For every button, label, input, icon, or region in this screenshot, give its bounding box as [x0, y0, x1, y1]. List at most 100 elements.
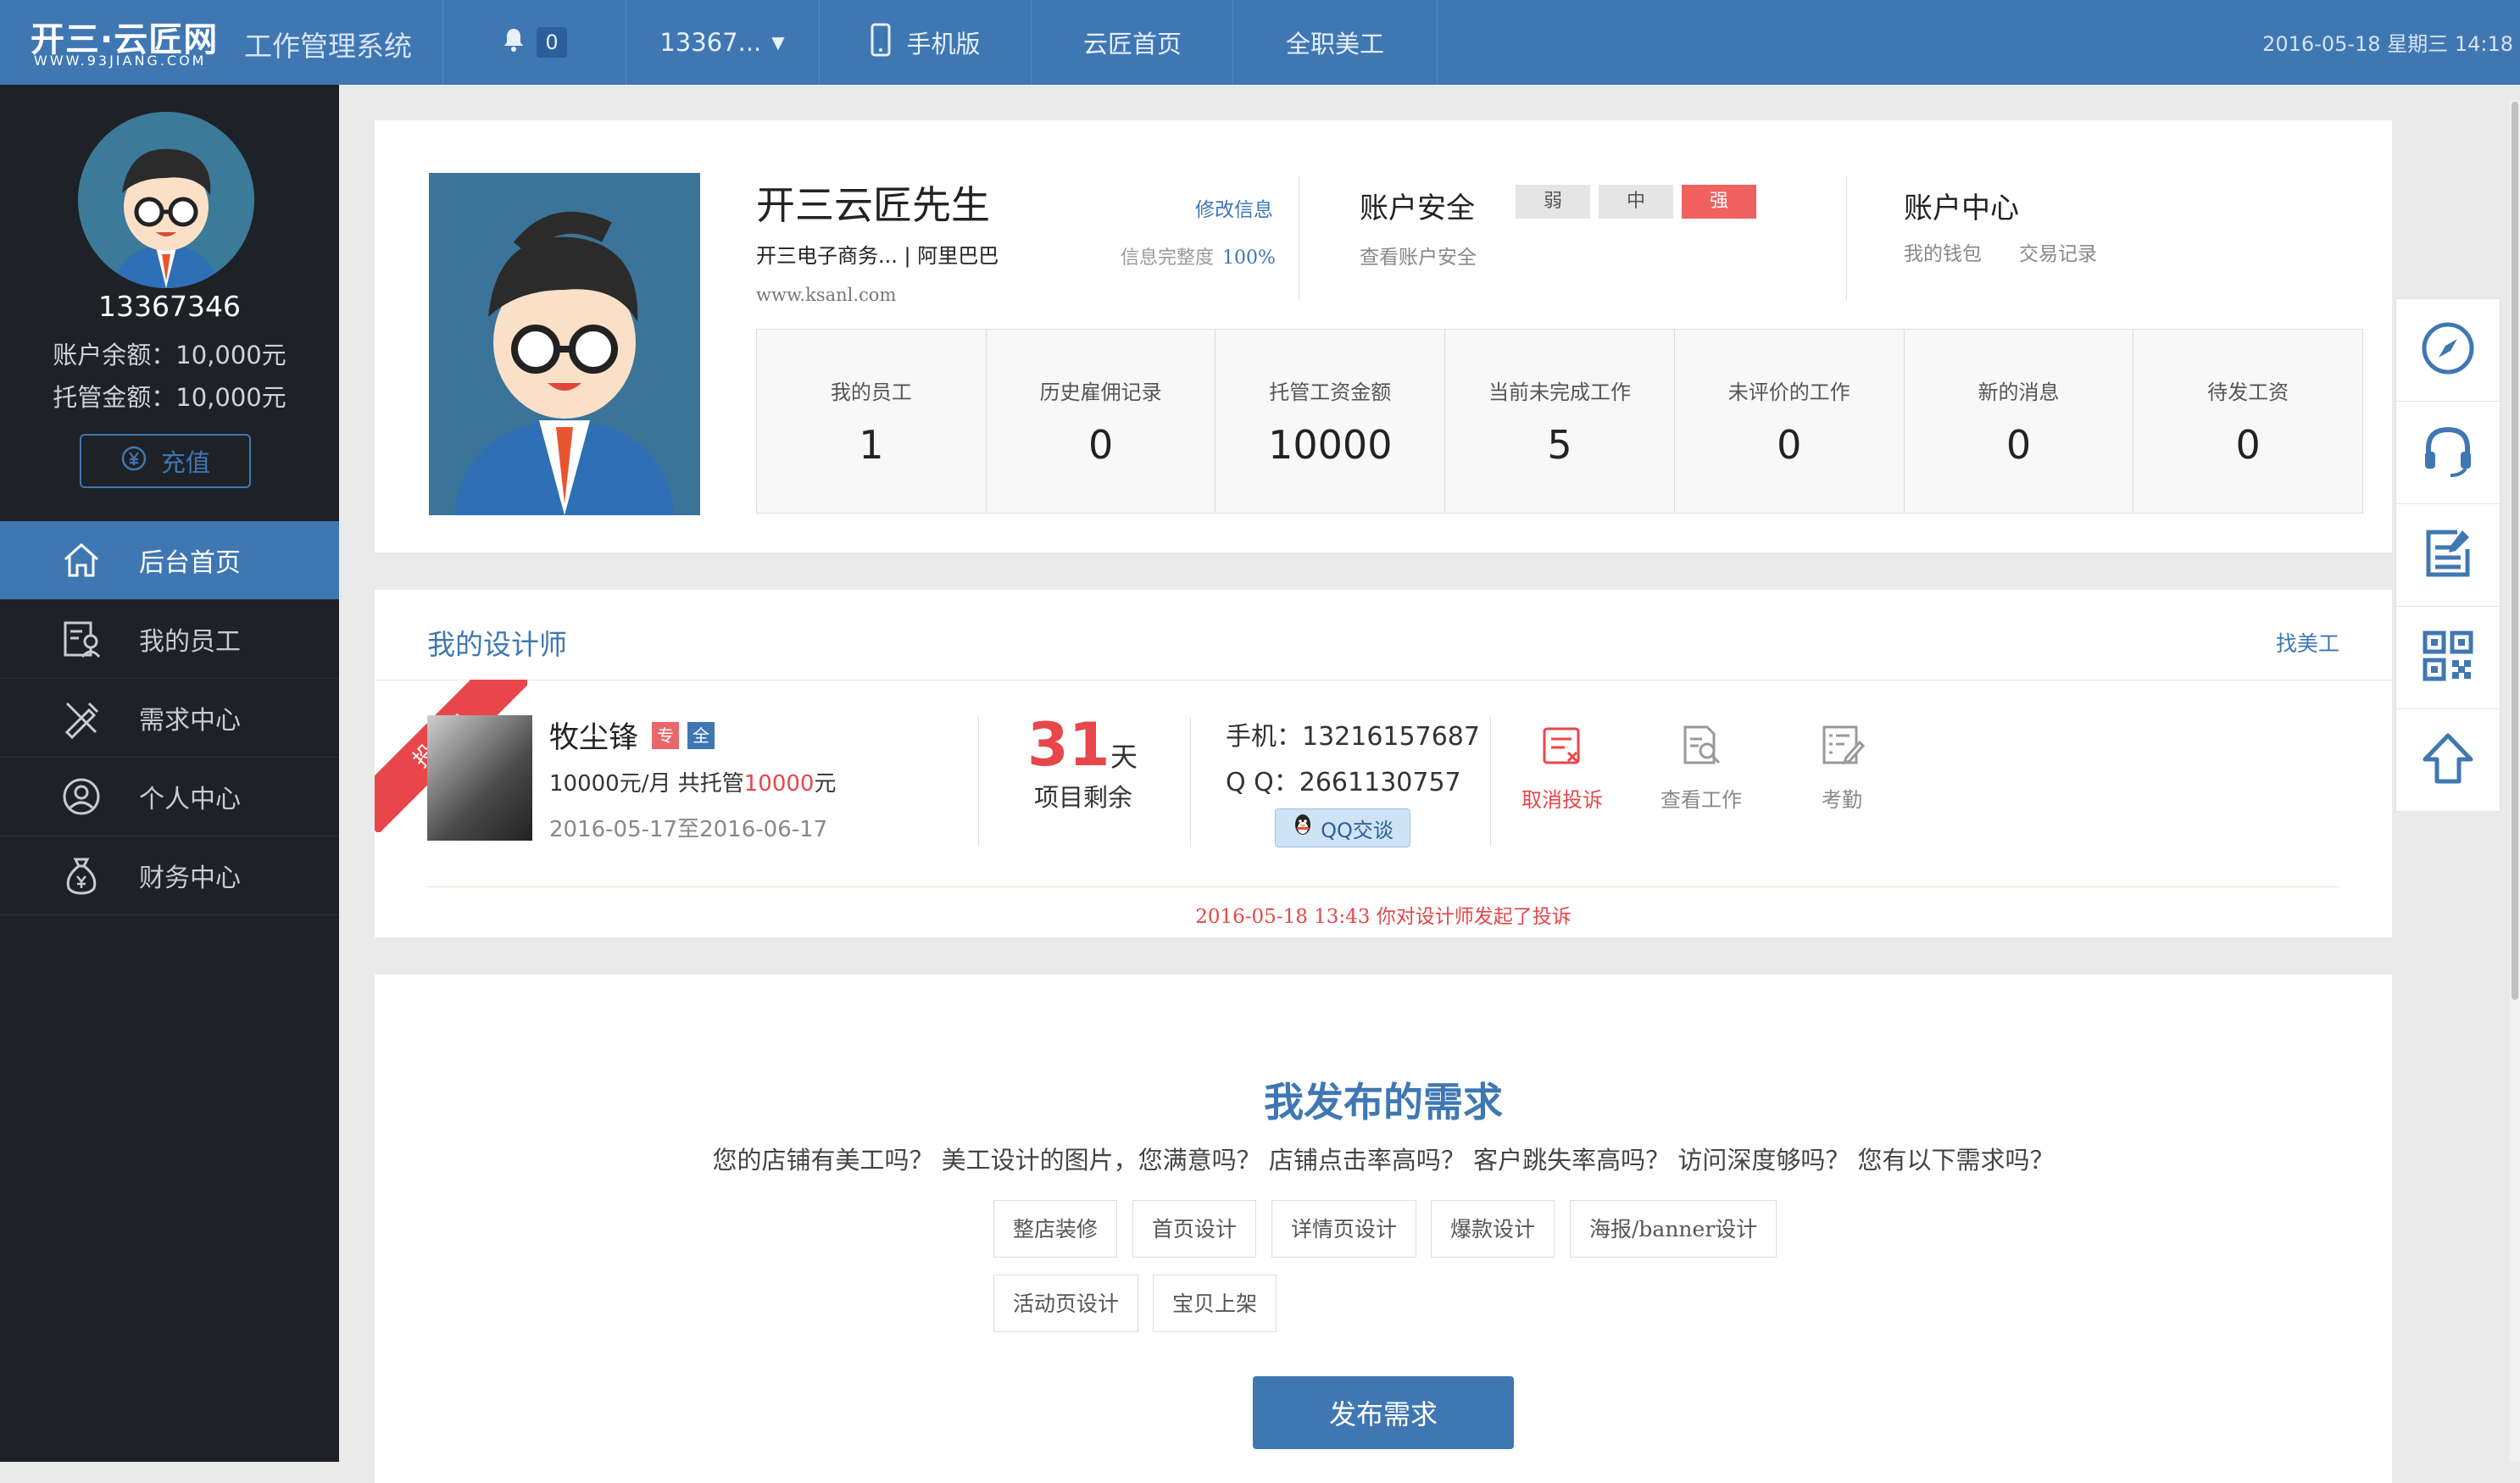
- security-level-weak: 弱: [1516, 185, 1590, 219]
- stat-my-staff[interactable]: 我的员工 1: [757, 330, 987, 513]
- escrow-amount: 托管金额：10,000元: [53, 383, 286, 412]
- user-dropdown[interactable]: 13367... ▼: [626, 0, 818, 85]
- demand-card: 我发布的需求 您的店铺有美工吗？ 美工设计的图片，您满意吗？ 店铺点击率高吗？ …: [375, 975, 2392, 1483]
- designer-avatar[interactable]: [427, 715, 532, 841]
- view-work-button[interactable]: 查看工作: [1646, 722, 1756, 813]
- stat-value: 0: [1777, 421, 1802, 468]
- account-balance: 账户余额：10,000元: [53, 341, 286, 369]
- edit-document-icon: [2418, 524, 2478, 586]
- security-level-medium: 中: [1599, 185, 1673, 219]
- designer-salary: 10000元/月 共托管10000元: [549, 766, 836, 797]
- divider: [1846, 176, 1847, 300]
- qq-penguin-icon: [1292, 813, 1314, 843]
- demand-tag-homepage-design[interactable]: 首页设计: [1132, 1200, 1257, 1258]
- sidebar-item-demand[interactable]: 需求中心: [0, 679, 339, 758]
- demand-tag-banner-design[interactable]: 海报/banner设计: [1570, 1200, 1777, 1258]
- demand-tag-product-listing[interactable]: 宝贝上架: [1153, 1275, 1277, 1332]
- staff-icon: [56, 618, 107, 660]
- sidebar-item-label: 个人中心: [139, 785, 241, 814]
- divider: [1490, 717, 1491, 846]
- profile-photo[interactable]: [429, 173, 700, 515]
- stat-value: 0: [2005, 421, 2032, 468]
- completeness-value: 100%: [1222, 247, 1276, 269]
- days-remaining-label: 项目剩余: [1034, 783, 1133, 812]
- company-info: 开三电子商务... | 阿里巴巴: [756, 244, 999, 268]
- security-title: 账户安全: [1360, 192, 1475, 225]
- sidebar-item-personal[interactable]: 个人中心: [0, 758, 339, 836]
- top-bar: 开三·云匠网 WWW.93JIANG.COM 工作管理系统 0 13367...…: [0, 0, 2520, 85]
- sidebar-item-staff[interactable]: 我的员工: [0, 600, 339, 679]
- person-icon: [56, 775, 107, 818]
- view-work-icon: [1678, 722, 1724, 773]
- sidebar-item-dashboard[interactable]: 后台首页: [0, 521, 339, 600]
- publish-demand-button[interactable]: 发布需求: [1253, 1376, 1514, 1449]
- logo[interactable]: 开三·云匠网 WWW.93JIANG.COM: [0, 0, 233, 85]
- wallet-link[interactable]: 我的钱包: [1904, 237, 1982, 266]
- stat-escrow-salary[interactable]: 托管工资金额 10000: [1215, 330, 1446, 513]
- notifications-button[interactable]: 0: [442, 0, 625, 85]
- mobile-version-link[interactable]: 手机版: [819, 0, 1032, 85]
- designer-card-header: 我的设计师 找美工: [375, 590, 2392, 680]
- stat-hire-history[interactable]: 历史雇佣记录 0: [987, 330, 1216, 513]
- stat-pending-salary[interactable]: 待发工资 0: [2133, 330, 2362, 513]
- recharge-button[interactable]: 充值: [80, 434, 251, 488]
- stat-label: 未评价的工作: [1727, 380, 1850, 404]
- avatar[interactable]: [78, 112, 254, 288]
- attendance-label: 考勤: [1822, 788, 1862, 812]
- security-level-meter: 弱 中 强: [1516, 185, 1756, 219]
- customer-service-button[interactable]: [2396, 402, 2500, 504]
- demand-tag-detail-page-design[interactable]: 详情页设计: [1271, 1200, 1417, 1258]
- sidebar-item-label: 后台首页: [139, 548, 241, 578]
- stat-value: 0: [1088, 421, 1114, 468]
- designer-name-row: 牧尘锋 专 全: [549, 714, 715, 757]
- sidebar: 13367346 账户余额：10,000元 托管金额：10,000元 充值 后台…: [0, 85, 339, 1462]
- stat-new-messages[interactable]: 新的消息 0: [1905, 330, 2134, 513]
- security-level-strong: 强: [1682, 185, 1756, 219]
- stat-label: 历史雇佣记录: [1039, 380, 1162, 404]
- money-bag-icon: [56, 854, 107, 897]
- account-center-links: 我的钱包 交易记录: [1904, 237, 2097, 266]
- scrollbar-thumb[interactable]: [2512, 102, 2518, 1000]
- feedback-button[interactable]: [2396, 504, 2500, 607]
- demand-tag-bestseller-design[interactable]: 爆款设计: [1431, 1200, 1555, 1258]
- stat-unrated-work[interactable]: 未评价的工作 0: [1675, 330, 1905, 513]
- account-center-title: 账户中心: [1904, 192, 2019, 225]
- stat-label: 我的员工: [830, 380, 912, 404]
- stat-label: 待发工资: [2207, 380, 2289, 404]
- demand-tag-shop-decoration[interactable]: 整店装修: [993, 1200, 1118, 1258]
- contract-period: 2016-05-17至2016-06-17: [549, 817, 828, 842]
- home-icon: [56, 539, 107, 581]
- stat-value: 10000: [1268, 421, 1393, 468]
- stat-label: 托管工资金额: [1269, 380, 1392, 404]
- divider: [427, 886, 2339, 887]
- cancel-complaint-button[interactable]: 取消投诉: [1507, 722, 1617, 813]
- view-security-link[interactable]: 查看账户安全: [1360, 241, 1477, 269]
- attendance-button[interactable]: 考勤: [1787, 722, 1897, 813]
- transaction-records-link[interactable]: 交易记录: [2019, 237, 2097, 266]
- recharge-label: 充值: [160, 448, 210, 477]
- website[interactable]: www.ksanl.com: [756, 285, 896, 305]
- view-work-label: 查看工作: [1661, 788, 1742, 812]
- sidebar-nav: 后台首页 我的员工 需求中心 个人中心 财务中心: [0, 521, 339, 915]
- headset-icon: [2418, 421, 2478, 484]
- yen-coin-icon: [120, 445, 147, 478]
- cancel-complaint-icon: [1539, 722, 1585, 773]
- demand-question: 您的店铺有美工吗？ 美工设计的图片，您满意吗？ 店铺点击率高吗？ 客户跳失率高吗…: [712, 1146, 2055, 1175]
- home-link[interactable]: 云匠首页: [1031, 0, 1233, 85]
- salary-unit: 元: [814, 771, 837, 797]
- demand-tag-event-page-design[interactable]: 活动页设计: [993, 1275, 1139, 1332]
- find-designer-link[interactable]: 找美工: [2276, 627, 2339, 658]
- back-to-top-button[interactable]: [2396, 709, 2500, 811]
- qr-code-button[interactable]: [2396, 607, 2500, 709]
- sidebar-username: 13367346: [98, 290, 241, 323]
- designer-name[interactable]: 牧尘锋: [549, 714, 638, 757]
- sidebar-item-finance[interactable]: 财务中心: [0, 836, 339, 915]
- edit-info-link[interactable]: 修改信息: [1195, 193, 1273, 222]
- right-toolbar: [2395, 298, 2501, 812]
- fulltime-designer-link[interactable]: 全职美工: [1232, 0, 1438, 85]
- bell-icon: [501, 26, 526, 59]
- compass-button[interactable]: [2396, 299, 2500, 402]
- qq-chat-button[interactable]: QQ交谈: [1275, 808, 1410, 847]
- stat-unfinished-work[interactable]: 当前未完成工作 5: [1445, 330, 1675, 513]
- stat-value: 5: [1547, 421, 1572, 468]
